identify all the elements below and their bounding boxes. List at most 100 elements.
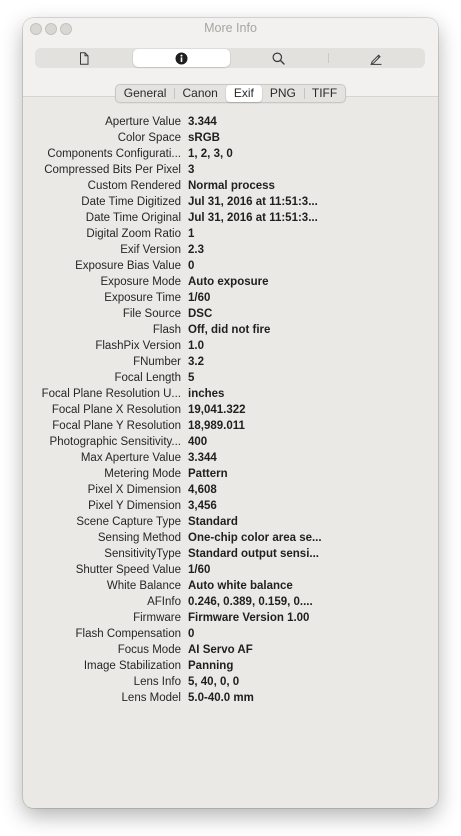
metadata-value: 0 — [188, 628, 195, 640]
metadata-value: Jul 31, 2016 at 11:51:3... — [188, 212, 318, 224]
metadata-key: Flash Compensation — [75, 628, 181, 640]
metadata-key: Aperture Value — [105, 116, 181, 128]
tool-search[interactable] — [230, 48, 328, 68]
metadata-row: Lens Model 5.0-40.0 mm — [23, 690, 438, 706]
metadata-key: Compressed Bits Per Pixel — [44, 164, 181, 176]
metadata-row: Flash Compensation 0 — [23, 626, 438, 642]
metadata-row: Pixel Y Dimension 3,456 — [23, 498, 438, 514]
metadata-row: Digital Zoom Ratio 1 — [23, 226, 438, 242]
metadata-value: 0 — [188, 260, 195, 272]
metadata-value: Panning — [188, 660, 234, 672]
metadata-value: 1/60 — [188, 292, 211, 304]
tab-exif[interactable]: Exif — [225, 85, 262, 102]
metadata-key: SensitivityType — [104, 548, 181, 560]
metadata-key: Metering Mode — [104, 468, 181, 480]
metadata-row: Custom Rendered Normal process — [23, 178, 438, 194]
metadata-list: Aperture Value 3.344 Color Space sRGB Compon… — [23, 114, 438, 706]
tab-png[interactable]: PNG — [262, 85, 304, 102]
metadata-key: Sensing Method — [97, 532, 181, 544]
metadata-key: Photographic Sensitivity... — [49, 436, 181, 448]
metadata-row: Max Aperture Value 3.344 — [23, 450, 438, 466]
metadata-value: 2.3 — [188, 244, 204, 256]
metadata-value: Off, did not fire — [188, 324, 271, 336]
metadata-row: Image Stabilization Panning — [23, 658, 438, 674]
metadata-row: Components Configurati... 1, 2, 3, 0 — [23, 146, 438, 162]
metadata-value: sRGB — [188, 132, 220, 144]
metadata-row: Flash Off, did not fire — [23, 322, 438, 338]
more-info-window: More Info General Canon Exif PNG TIFF Ap… — [23, 18, 438, 808]
metadata-value: AI Servo AF — [188, 644, 253, 656]
metadata-key: Exif Version — [120, 244, 181, 256]
metadata-key: Focal Length — [114, 372, 182, 384]
metadata-tabs: General Canon Exif PNG TIFF — [23, 84, 438, 103]
metadata-value: Auto exposure — [188, 276, 269, 288]
metadata-row: Exposure Mode Auto exposure — [23, 274, 438, 290]
metadata-key: Lens Model — [121, 692, 181, 704]
metadata-key: Color Space — [117, 132, 181, 144]
metadata-key: AFInfo — [147, 596, 181, 608]
tool-more-info[interactable] — [132, 49, 230, 67]
metadata-row: Focal Plane X Resolution 19,041.322 — [23, 402, 438, 418]
metadata-value: 3 — [188, 164, 195, 176]
pencil-icon — [369, 52, 383, 65]
metadata-row: Exposure Time 1/60 — [23, 290, 438, 306]
tool-annotate[interactable] — [327, 48, 426, 68]
metadata-key: Firmware — [133, 612, 181, 624]
metadata-key: Focus Mode — [117, 644, 181, 656]
tool-general-info[interactable] — [35, 48, 133, 68]
metadata-value: inches — [188, 388, 225, 400]
metadata-key: Pixel Y Dimension — [88, 500, 181, 512]
segmented-control: General Canon Exif PNG TIFF — [114, 84, 347, 103]
metadata-row: White Balance Auto white balance — [23, 578, 438, 594]
metadata-key: White Balance — [106, 580, 181, 592]
metadata-key: Exposure Bias Value — [75, 260, 181, 272]
tab-canon[interactable]: Canon — [174, 85, 225, 102]
metadata-value: 5.0-40.0 mm — [188, 692, 254, 704]
metadata-value: One-chip color area se... — [188, 532, 322, 544]
metadata-row: Firmware Firmware Version 1.00 — [23, 610, 438, 626]
document-icon — [78, 51, 90, 65]
metadata-value: 1.0 — [188, 340, 204, 352]
metadata-value: 3.2 — [188, 356, 204, 368]
metadata-row: File Source DSC — [23, 306, 438, 322]
metadata-key: Components Configurati... — [47, 148, 181, 160]
metadata-row: Metering Mode Pattern — [23, 466, 438, 482]
tab-tiff[interactable]: TIFF — [303, 85, 345, 102]
metadata-key: Image Stabilization — [83, 660, 181, 672]
metadata-key: FNumber — [133, 356, 181, 368]
metadata-value: Standard output sensi... — [188, 548, 319, 560]
metadata-row: Shutter Speed Value 1/60 — [23, 562, 438, 578]
metadata-key: Date Time Original — [85, 212, 181, 224]
metadata-row: AFInfo 0.246, 0.389, 0.159, 0.... — [23, 594, 438, 610]
metadata-key: Shutter Speed Value — [75, 564, 181, 576]
metadata-row: Sensing Method One-chip color area se... — [23, 530, 438, 546]
metadata-key: Focal Plane X Resolution — [51, 404, 181, 416]
metadata-value: 1/60 — [188, 564, 211, 576]
metadata-key: Lens Info — [133, 676, 181, 688]
metadata-key: Focal Plane Y Resolution — [52, 420, 181, 432]
metadata-row: FNumber 3.2 — [23, 354, 438, 370]
metadata-row: Focal Plane Resolution U... inches — [23, 386, 438, 402]
metadata-value: Auto white balance — [188, 580, 293, 592]
metadata-row: Lens Info 5, 40, 0, 0 — [23, 674, 438, 690]
metadata-row: Date Time Digitized Jul 31, 2016 at 11:51… — [23, 194, 438, 210]
metadata-key: Date Time Digitized — [81, 196, 181, 208]
metadata-value: 0.246, 0.389, 0.159, 0.... — [188, 596, 313, 608]
metadata-row: Focus Mode AI Servo AF — [23, 642, 438, 658]
metadata-row: Date Time Original Jul 31, 2016 at 11:51:… — [23, 210, 438, 226]
metadata-value: Standard — [188, 516, 238, 528]
tab-general[interactable]: General — [116, 85, 175, 102]
window-title: More Info — [204, 21, 257, 35]
metadata-key: Custom Rendered — [87, 180, 181, 192]
search-icon — [272, 52, 285, 65]
metadata-row: Exposure Bias Value 0 — [23, 258, 438, 274]
metadata-key: Digital Zoom Ratio — [86, 228, 181, 240]
metadata-value: DSC — [188, 308, 213, 320]
metadata-row: Exif Version 2.3 — [23, 242, 438, 258]
metadata-value: 1, 2, 3, 0 — [188, 148, 233, 160]
metadata-value: 4,608 — [188, 484, 217, 496]
metadata-row: Focal Plane Y Resolution 18,989.011 — [23, 418, 438, 434]
metadata-row: Aperture Value 3.344 — [23, 114, 438, 130]
metadata-row: Pixel X Dimension 4,608 — [23, 482, 438, 498]
metadata-row: Compressed Bits Per Pixel 3 — [23, 162, 438, 178]
